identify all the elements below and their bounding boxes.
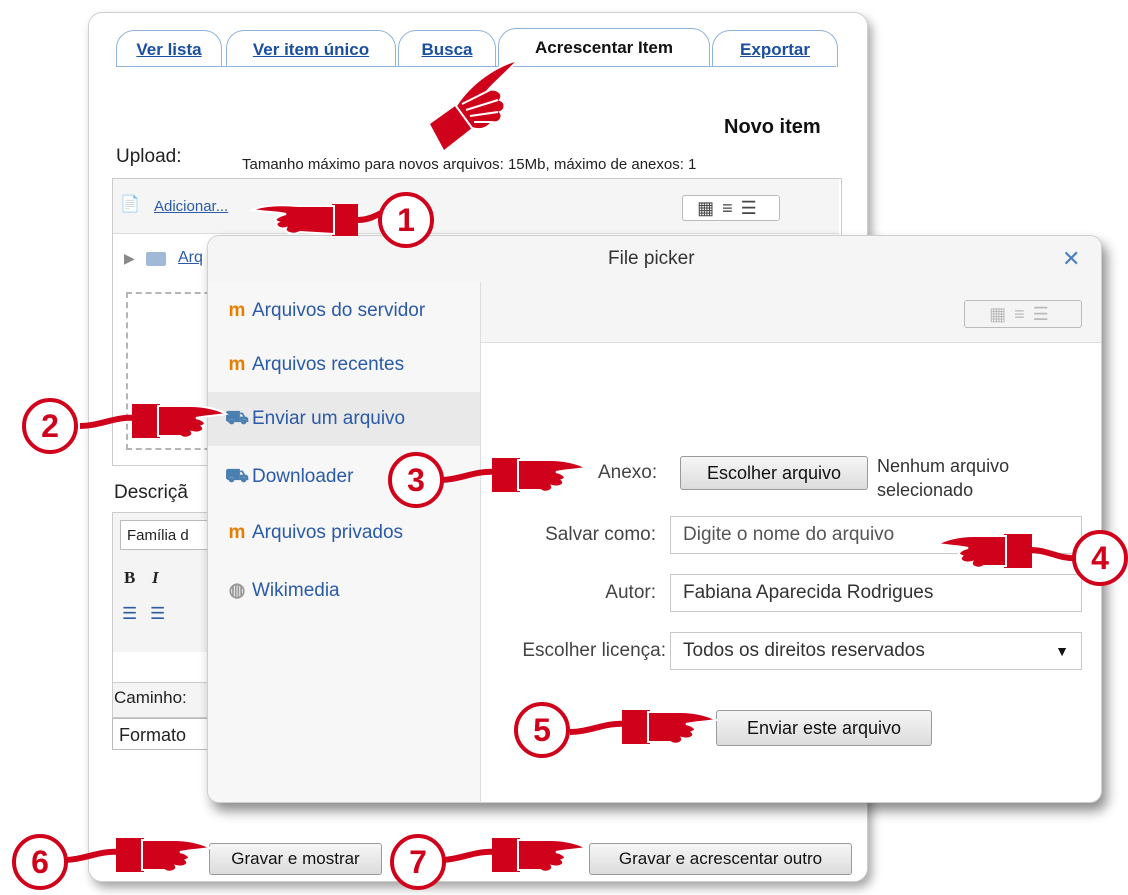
wikimedia-icon: ◍ bbox=[228, 580, 246, 601]
license-select[interactable]: Todos os direitos reservados ▼ bbox=[670, 632, 1082, 670]
save-and-add-another-button[interactable]: Gravar e acrescentar outro bbox=[589, 843, 852, 875]
callout-4: 4 bbox=[1072, 530, 1128, 586]
moodle-icon: m bbox=[228, 522, 246, 543]
repo-label: Downloader bbox=[252, 466, 354, 487]
chevron-down-icon: ▼ bbox=[1055, 643, 1069, 659]
callout-pointer-5 bbox=[569, 710, 719, 745]
folder-link[interactable]: Arq bbox=[178, 249, 203, 267]
repo-arquivos-recentes[interactable]: m Arquivos recentes bbox=[208, 338, 480, 392]
callout-3: 3 bbox=[388, 452, 444, 508]
repo-wikimedia[interactable]: ◍ Wikimedia bbox=[208, 564, 480, 618]
tab-exportar[interactable]: Exportar bbox=[712, 30, 838, 67]
callout-pointer-6 bbox=[63, 838, 213, 873]
numbered-list-icon[interactable]: ☰ bbox=[150, 604, 165, 624]
save-and-show-button[interactable]: Gravar e mostrar bbox=[209, 843, 382, 875]
repo-arquivos-privados[interactable]: m Arquivos privados bbox=[208, 506, 480, 560]
close-icon[interactable]: ✕ bbox=[1062, 246, 1080, 272]
callout-5: 5 bbox=[514, 702, 570, 758]
upload-icon: ⛟ bbox=[225, 466, 249, 487]
choose-file-button[interactable]: Escolher arquivo bbox=[680, 456, 868, 490]
repo-label: Wikimedia bbox=[252, 580, 340, 601]
moodle-icon: m bbox=[228, 354, 246, 375]
add-file-link[interactable]: Adicionar... bbox=[154, 198, 228, 215]
view-mode-buttons[interactable]: ▦≡☰ bbox=[682, 195, 780, 221]
expand-arrow-icon: ▶ bbox=[124, 250, 135, 266]
callout-7: 7 bbox=[390, 834, 446, 890]
repo-label: Arquivos recentes bbox=[252, 354, 405, 375]
repo-label: Arquivos privados bbox=[252, 522, 404, 543]
author-label: Autor: bbox=[605, 582, 656, 603]
bold-icon[interactable]: B bbox=[124, 568, 135, 588]
save-as-label: Salvar como: bbox=[545, 524, 656, 545]
italic-icon[interactable]: I bbox=[152, 568, 159, 588]
repo-enviar-um-arquivo[interactable]: ⛟ Enviar um arquivo bbox=[208, 392, 480, 446]
font-family-select[interactable]: Família d bbox=[120, 520, 216, 550]
bullet-list-icon[interactable]: ☰ bbox=[122, 604, 137, 624]
moodle-icon: m bbox=[228, 300, 246, 321]
callout-6: 6 bbox=[12, 834, 68, 890]
callout-1: 1 bbox=[378, 192, 434, 248]
tab-ver-lista[interactable]: Ver lista bbox=[116, 30, 222, 67]
repo-label: Enviar um arquivo bbox=[252, 408, 406, 429]
no-file-text: Nenhum arquivo bbox=[877, 456, 1010, 476]
no-file-text-2: selecionado bbox=[877, 480, 974, 500]
upload-label: Upload: bbox=[116, 146, 182, 167]
upload-this-file-button[interactable]: Enviar este arquivo bbox=[716, 710, 932, 746]
callout-pointer-2 bbox=[79, 404, 229, 439]
callout-pointer-4 bbox=[935, 534, 1081, 569]
attachment-label: Anexo: bbox=[598, 462, 658, 483]
description-label: Descriçã bbox=[114, 482, 188, 503]
license-label: Escolher licença: bbox=[522, 640, 666, 661]
path-label: Caminho: bbox=[114, 688, 187, 707]
dialog-view-buttons: ▦≡☰ bbox=[964, 300, 1082, 328]
format-select[interactable]: Formato bbox=[112, 718, 222, 750]
callout-pointer-7 bbox=[439, 838, 589, 873]
repo-arquivos-do-servidor[interactable]: m Arquivos do servidor bbox=[208, 284, 480, 338]
author-input[interactable]: Fabiana Aparecida Rodrigues bbox=[670, 574, 1082, 612]
tab-ver-item-unico[interactable]: Ver item único bbox=[226, 30, 396, 67]
license-value: Todos os direitos reservados bbox=[683, 640, 925, 661]
pointing-hand-icon bbox=[430, 58, 522, 150]
dialog-title: File picker bbox=[608, 248, 695, 269]
repo-label: Arquivos do servidor bbox=[252, 300, 426, 321]
folder-icon bbox=[146, 252, 166, 266]
add-file-icon: 📄 bbox=[120, 196, 140, 213]
callout-pointer-3 bbox=[439, 458, 589, 493]
page-heading: Novo item bbox=[724, 116, 821, 138]
callout-2: 2 bbox=[22, 398, 78, 454]
